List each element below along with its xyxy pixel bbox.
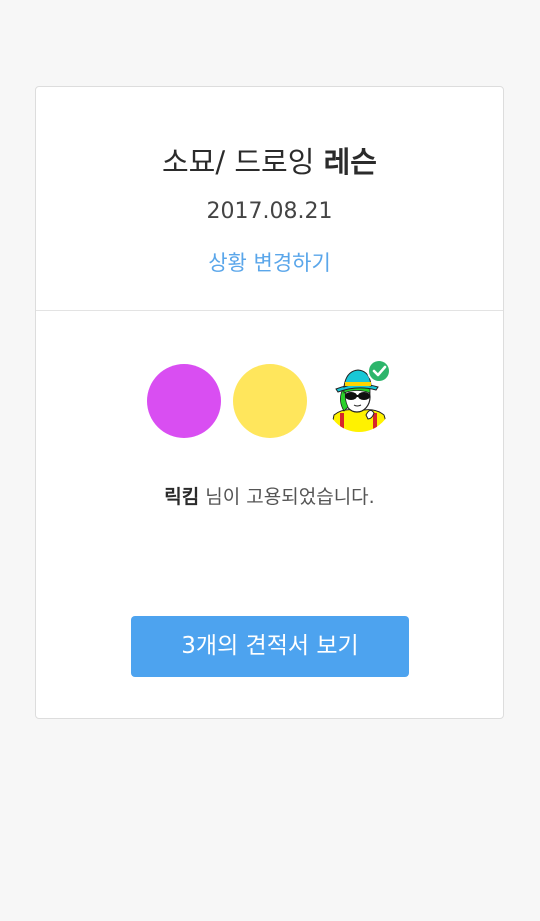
- hired-expert-avatar[interactable]: [324, 357, 394, 435]
- view-quotes-button[interactable]: 3개의 견적서 보기: [131, 616, 409, 677]
- verified-check-icon: [367, 359, 391, 383]
- request-title: 소묘/ 드로잉 레슨: [36, 139, 503, 181]
- avatar-purple[interactable]: [147, 364, 221, 438]
- hired-expert-name: 릭킴: [164, 486, 200, 508]
- card-header: 소묘/ 드로잉 레슨 2017.08.21 상황 변경하기: [36, 87, 503, 311]
- request-card: 소묘/ 드로잉 레슨 2017.08.21 상황 변경하기 릭킴 님이 고용되었…: [35, 86, 504, 719]
- title-category: 소묘/ 드로잉: [162, 145, 324, 179]
- title-type: 레슨: [323, 145, 377, 179]
- change-status-link[interactable]: 상황 변경하기: [36, 247, 503, 277]
- expert-avatars: [36, 359, 503, 439]
- hired-message-text: 님이 고용되었습니다.: [199, 486, 375, 508]
- avatar-illustration: [326, 359, 392, 432]
- hired-message: 릭킴 님이 고용되었습니다.: [36, 482, 503, 509]
- request-date: 2017.08.21: [206, 199, 333, 224]
- avatar-yellow[interactable]: [233, 364, 307, 438]
